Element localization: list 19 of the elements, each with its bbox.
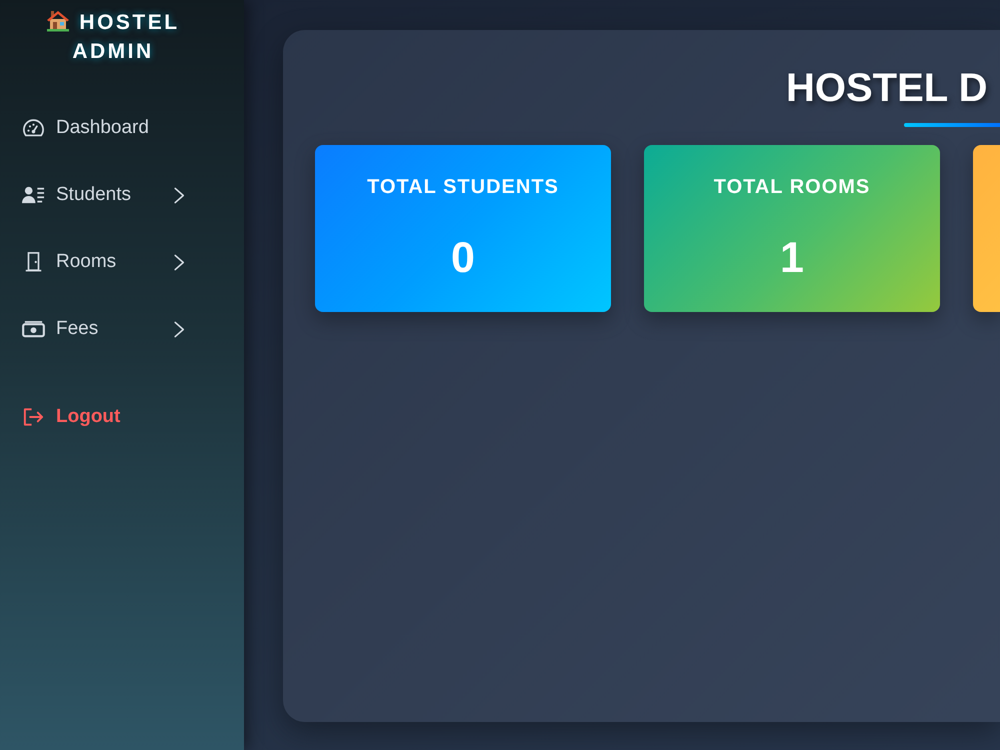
- chevron-right-icon: [173, 186, 185, 204]
- person-list-icon: [22, 185, 45, 205]
- logout-link[interactable]: Logout: [0, 394, 244, 440]
- nav-link[interactable]: Fees: [0, 306, 244, 352]
- stat-value: 0: [451, 233, 475, 283]
- nav-link[interactable]: Rooms: [0, 239, 244, 285]
- nav-link[interactable]: Students: [0, 172, 244, 218]
- chevron-right-icon: [173, 254, 185, 270]
- logout-icon: [22, 407, 45, 427]
- stat-label: TOTAL STUDENTS: [367, 175, 559, 199]
- gauge-icon: [22, 118, 45, 138]
- banknote-icon: [22, 319, 45, 339]
- stat-value: 1: [780, 233, 804, 283]
- stat-label: TOTAL ROOMS: [714, 175, 870, 199]
- nav-link[interactable]: Dashboard: [0, 105, 244, 151]
- chevron-right-icon: [173, 320, 185, 338]
- panel-title: HOSTEL D: [786, 65, 988, 112]
- house-icon: [46, 8, 70, 32]
- brand-title: HOSTEL ADMIN: [72, 11, 180, 63]
